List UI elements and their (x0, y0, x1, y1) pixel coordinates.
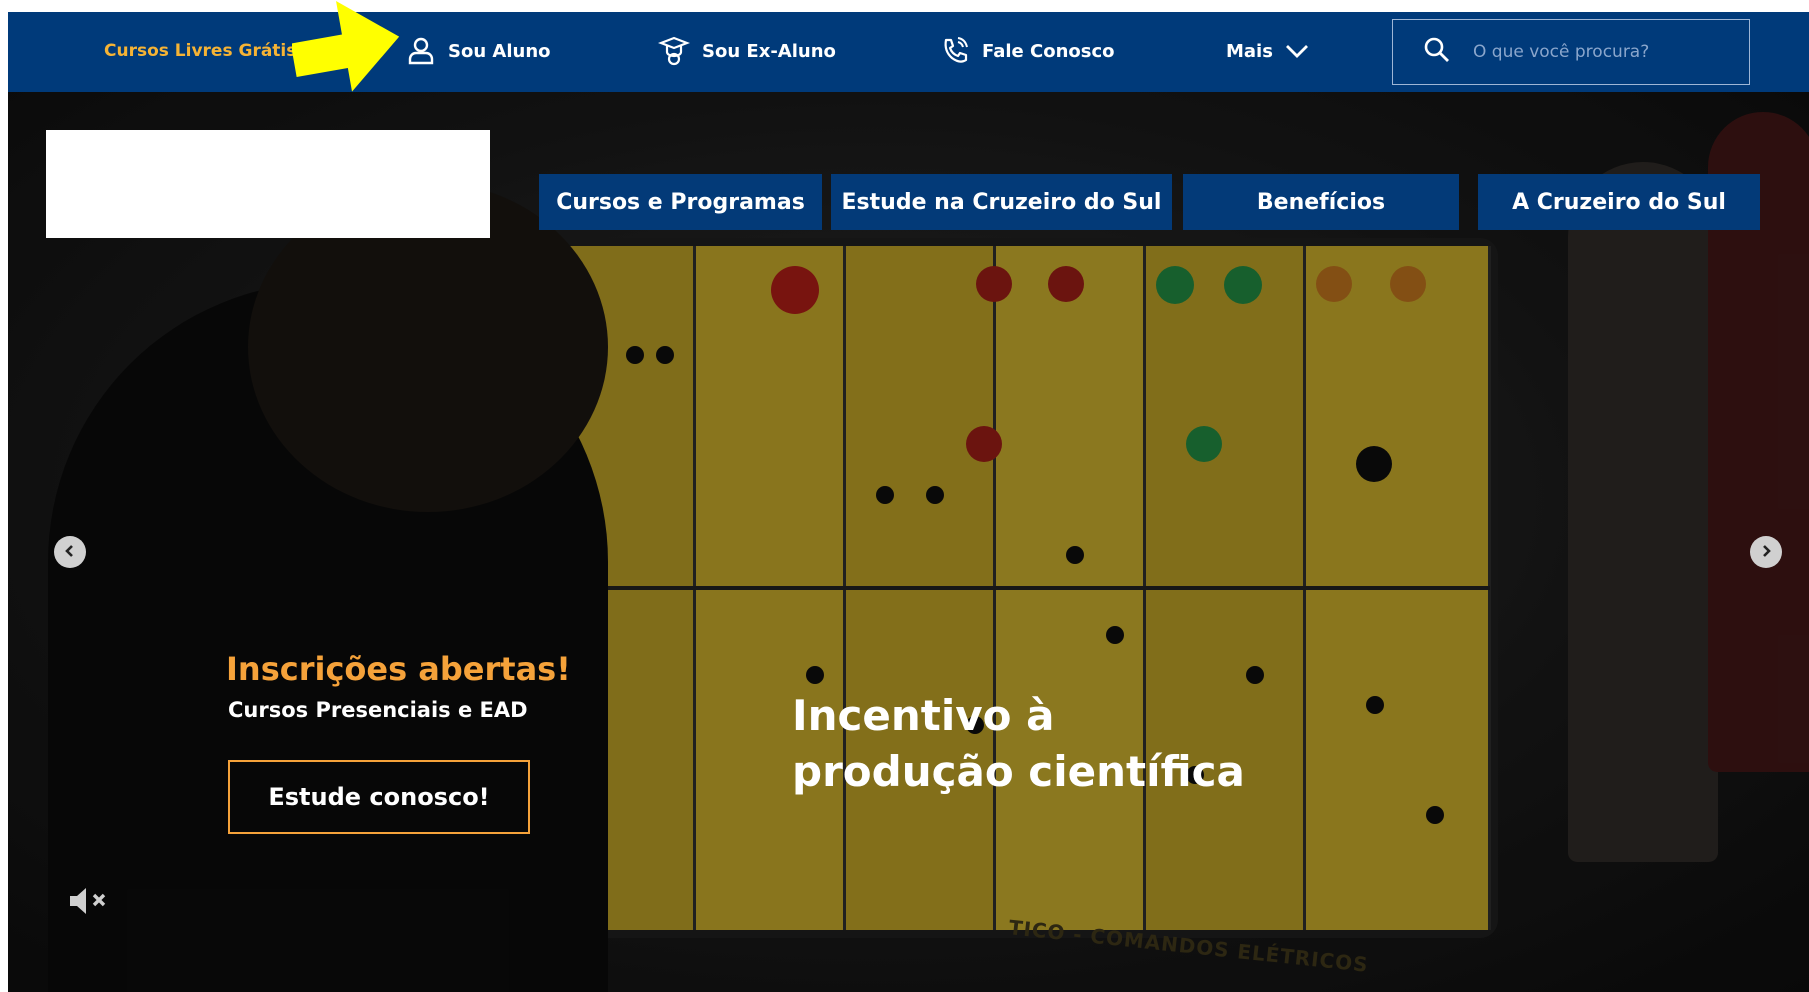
chevron-down-icon (1285, 43, 1309, 59)
graduate-icon (658, 35, 690, 67)
mais-label: Mais (1226, 40, 1273, 62)
nav-a-cruzeiro-do-sul[interactable]: A Cruzeiro do Sul (1478, 174, 1760, 230)
chevron-right-icon (1759, 543, 1773, 562)
sou-aluno-link[interactable]: Sou Aluno (406, 37, 551, 65)
nav-beneficios[interactable]: Benefícios (1183, 174, 1459, 230)
sou-ex-aluno-label: Sou Ex-Aluno (702, 40, 836, 62)
headline-line-1: Incentivo à (792, 691, 1055, 740)
speaker-muted-icon (68, 888, 114, 920)
page-frame: TICO - COMANDOS ELÉTRICOS Cursos Livres … (8, 12, 1809, 992)
enrollment-badge: Inscrições abertas! (226, 650, 571, 688)
mute-toggle[interactable] (68, 886, 114, 920)
chevron-left-icon (63, 543, 77, 562)
search-icon (1393, 36, 1451, 68)
top-bar: Cursos Livres Grátis Sou Aluno Sou Ex-Al… (8, 12, 1809, 92)
nav-cursos-e-programas[interactable]: Cursos e Programas (539, 174, 822, 230)
carousel-prev-button[interactable] (54, 536, 86, 568)
phone-icon (940, 36, 970, 66)
user-icon (406, 36, 436, 66)
estude-conosco-button[interactable]: Estude conosco! (228, 760, 530, 834)
free-courses-link[interactable]: Cursos Livres Grátis (104, 41, 296, 61)
headline-line-2: produção científica (792, 747, 1245, 796)
search-box[interactable] (1392, 19, 1750, 85)
sou-ex-aluno-link[interactable]: Sou Ex-Aluno (658, 35, 836, 67)
fale-conosco-link[interactable]: Fale Conosco (940, 37, 1115, 65)
fale-conosco-label: Fale Conosco (982, 40, 1115, 62)
hero-subtitle: Cursos Presenciais e EAD (228, 698, 528, 722)
logo-placeholder (46, 130, 490, 238)
mais-dropdown[interactable]: Mais (1226, 37, 1309, 65)
hero-headline: Incentivo à produção científica (792, 688, 1245, 800)
nav-estude-na-cruzeiro[interactable]: Estude na Cruzeiro do Sul (831, 174, 1172, 230)
carousel-next-button[interactable] (1750, 536, 1782, 568)
sou-aluno-label: Sou Aluno (448, 40, 551, 62)
annotation-arrow-icon (290, 0, 410, 98)
search-input[interactable] (1471, 41, 1735, 63)
